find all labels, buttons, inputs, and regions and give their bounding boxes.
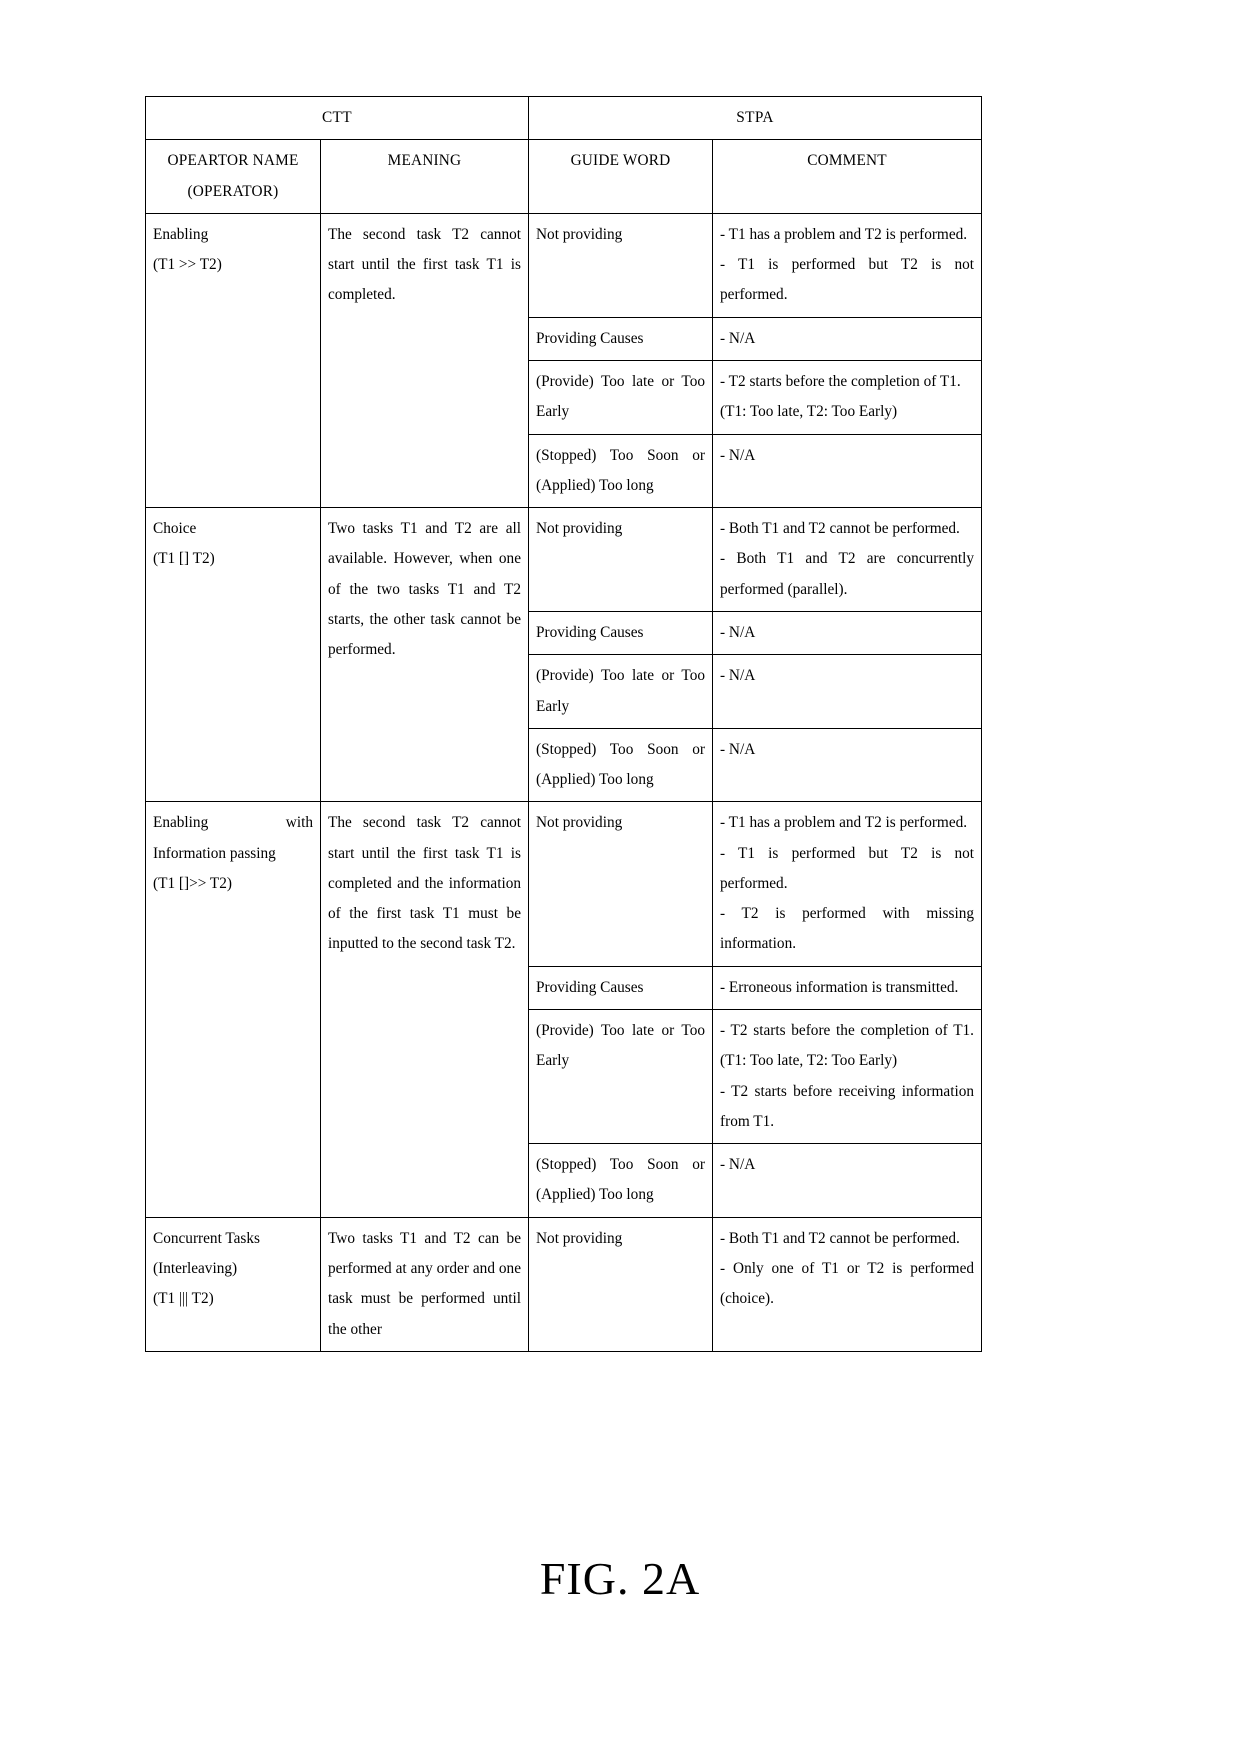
meaning-cell: The second task T2 cannot start until th… bbox=[320, 212, 529, 509]
comment-cell: - T2 starts before the completion of T1.… bbox=[711, 359, 983, 435]
column-header-operator-name-line2: (OPERATOR) bbox=[187, 182, 279, 200]
operator-cell: Concurrent Tasks (Interleaving) (T1 ||| … bbox=[145, 1216, 321, 1352]
comment-cell: - Both T1 and T2 cannot be performed. - … bbox=[711, 1216, 983, 1352]
comment-item: - Both T1 and T2 cannot be performed. bbox=[720, 520, 960, 538]
figure-page: CTT STPA OPEARTOR NAME (OPERATOR) MEANIN… bbox=[0, 0, 1240, 1749]
ctt-stpa-table-container: CTT STPA OPEARTOR NAME (OPERATOR) MEANIN… bbox=[145, 95, 983, 1352]
comment-cell: - N/A bbox=[711, 1143, 983, 1218]
guide-word-cell: (Stopped) Too Soon or (Applied) Too long bbox=[528, 727, 713, 803]
guide-word-cell: (Provide) Too late or Too Early bbox=[528, 1009, 713, 1145]
table-row: Enabling with Information passing (T1 []… bbox=[145, 801, 983, 1218]
operator-cell: Choice (T1 [] T2) bbox=[145, 507, 321, 803]
column-header-operator-name: OPEARTOR NAME (OPERATOR) bbox=[145, 139, 321, 214]
table-row: Concurrent Tasks (Interleaving) (T1 ||| … bbox=[145, 1216, 983, 1352]
table-group-header-row: CTT STPA bbox=[145, 95, 983, 141]
meaning-cell: Two tasks T1 and T2 can be performed at … bbox=[320, 1216, 529, 1352]
column-header-comment: COMMENT bbox=[711, 139, 983, 214]
comment-item: - T1 has a problem and T2 is performed. bbox=[720, 225, 968, 243]
comment-item: - T2 starts before receiving information… bbox=[720, 1082, 975, 1130]
ctt-stpa-mapping-table: CTT STPA OPEARTOR NAME (OPERATOR) MEANIN… bbox=[145, 95, 983, 1352]
guide-word-cell: (Provide) Too late or Too Early bbox=[528, 359, 713, 435]
comment-item: - Only one of T1 or T2 is performed (cho… bbox=[720, 1260, 975, 1308]
comment-cell: - T1 has a problem and T2 is performed. … bbox=[711, 212, 983, 318]
comment-item: - T1 has a problem and T2 is performed. bbox=[720, 814, 968, 832]
guide-word-cell: Providing Causes bbox=[528, 316, 713, 361]
guide-word-cell: (Provide) Too late or Too Early bbox=[528, 654, 713, 729]
guide-word-cell: (Stopped) Too Soon or (Applied) Too long bbox=[528, 1143, 713, 1218]
group-header-ctt: CTT bbox=[145, 95, 529, 141]
comment-cell: - T2 starts before the completion of T1.… bbox=[711, 1009, 983, 1145]
comment-cell: - N/A bbox=[711, 433, 983, 509]
guide-word-cell: (Stopped) Too Soon or (Applied) Too long bbox=[528, 433, 713, 509]
guide-word-cell: Providing Causes bbox=[528, 965, 713, 1011]
column-header-operator-name-line1: OPEARTOR NAME bbox=[167, 152, 299, 170]
comment-cell: - N/A bbox=[711, 727, 983, 803]
operator-name: Choice bbox=[153, 520, 197, 538]
operator-notation: (T1 []>> T2) bbox=[153, 874, 232, 892]
table-row: Enabling (T1 >> T2) The second task T2 c… bbox=[145, 212, 983, 509]
operator-cell: Enabling with Information passing (T1 []… bbox=[145, 801, 321, 1218]
meaning-cell: Two tasks T1 and T2 are all available. H… bbox=[320, 507, 529, 803]
guide-word-cell: Not providing bbox=[528, 1216, 713, 1352]
operator-name: Enabling bbox=[153, 225, 209, 243]
operator-name: Enabling with Information passing bbox=[153, 814, 313, 862]
table-column-header-row: OPEARTOR NAME (OPERATOR) MEANING GUIDE W… bbox=[145, 139, 983, 214]
operator-name: Concurrent Tasks bbox=[153, 1229, 260, 1247]
operator-name-2: (Interleaving) bbox=[153, 1260, 238, 1277]
comment-item: - T1 is performed but T2 is not performe… bbox=[720, 844, 975, 892]
meaning-cell: The second task T2 cannot start until th… bbox=[320, 801, 529, 1218]
table-row: Choice (T1 [] T2) Two tasks T1 and T2 ar… bbox=[145, 507, 983, 803]
comment-cell: - N/A bbox=[711, 316, 983, 361]
comment-item: - T1 is performed but T2 is not performe… bbox=[720, 256, 975, 304]
comment-cell: - N/A bbox=[711, 654, 983, 729]
operator-notation: (T1 ||| T2) bbox=[153, 1290, 214, 1308]
guide-word-cell: Providing Causes bbox=[528, 610, 713, 656]
column-header-meaning: MEANING bbox=[320, 139, 529, 214]
operator-notation: (T1 [] T2) bbox=[153, 550, 215, 568]
comment-item: - Both T1 and T2 are concurrently perfor… bbox=[720, 550, 975, 598]
comment-cell: - Erroneous information is transmitted. bbox=[711, 965, 983, 1011]
operator-cell: Enabling (T1 >> T2) bbox=[145, 212, 321, 509]
comment-item: - T2 starts before the completion of T1.… bbox=[720, 1022, 975, 1070]
column-header-guide-word: GUIDE WORD bbox=[528, 139, 713, 214]
group-header-stpa: STPA bbox=[527, 95, 983, 141]
comment-cell: - Both T1 and T2 cannot be performed. - … bbox=[711, 507, 983, 612]
comment-item: - Both T1 and T2 cannot be performed. bbox=[720, 1229, 960, 1247]
figure-caption: FIG. 2A bbox=[539, 1553, 701, 1604]
comment-item: - T2 is performed with missing informati… bbox=[720, 905, 975, 953]
guide-word-cell: Not providing bbox=[528, 801, 713, 967]
comment-cell: - N/A bbox=[711, 610, 983, 656]
operator-notation: (T1 >> T2) bbox=[153, 256, 222, 274]
guide-word-cell: Not providing bbox=[528, 507, 713, 612]
guide-word-cell: Not providing bbox=[528, 212, 713, 318]
comment-cell: - T1 has a problem and T2 is performed. … bbox=[711, 801, 983, 967]
